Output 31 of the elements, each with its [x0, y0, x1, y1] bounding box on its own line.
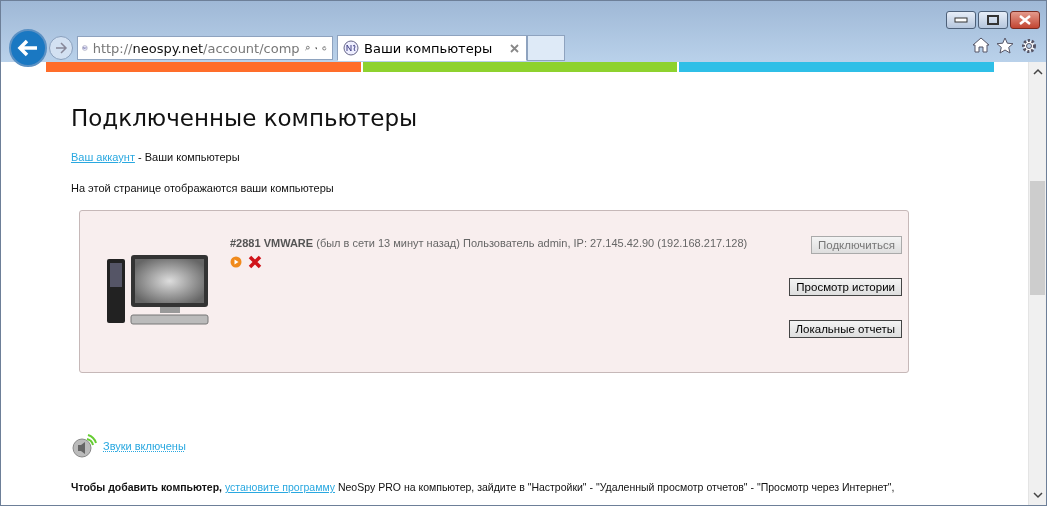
home-icon[interactable] [972, 37, 990, 53]
back-arrow-icon [17, 39, 39, 57]
tab-title: Ваши компьютеры [364, 40, 494, 56]
close-icon[interactable] [510, 43, 519, 53]
speaker-icon[interactable] [71, 433, 97, 459]
forward-arrow-icon [54, 42, 68, 54]
action-button[interactable]: Локальные отчеты [788, 320, 902, 338]
scroll-down-icon[interactable] [1032, 491, 1043, 499]
settings-icon[interactable] [1020, 37, 1038, 55]
computer-info: #2881 VMWARE (был в сети 13 минут назад) Пользователь admin, IP: 27.145.42.90 (192.168.217.128) [230, 237, 749, 249]
close-icon [1018, 15, 1032, 25]
play-icon[interactable] [230, 256, 242, 268]
intro-text: На этой странице отображаются ваши компьютеры [71, 182, 335, 194]
maximize-icon [987, 15, 999, 25]
star-icon[interactable] [996, 37, 1014, 54]
address-bar[interactable]: http://neospy.net/account/comp [77, 36, 333, 60]
minimize-icon [954, 17, 968, 23]
url-text: http://neospy.net/account/comp [92, 40, 300, 56]
breadcrumb: Ваш аккаунт - Ваши компьютеры [71, 151, 241, 163]
close-button[interactable] [1010, 11, 1040, 29]
scroll-up-icon[interactable] [1032, 68, 1043, 76]
instructions-text: Чтобы добавить компьютер, установите программу NeoSpy PRO на компьютер, зайдите в "Настройки" - "Удаленный просмотр отчетов" - "Просмотр через Интернет", [71, 481, 895, 493]
delete-icon[interactable] [248, 255, 262, 269]
minimize-button[interactable] [946, 11, 976, 29]
maximize-button[interactable] [978, 11, 1008, 29]
browser-tab[interactable]: Ваши компьютеры [337, 35, 527, 61]
back-button[interactable] [9, 29, 47, 67]
scrollbar[interactable] [1028, 62, 1046, 505]
action-button[interactable]: Просмотр истории [789, 278, 902, 296]
page-heading: Подключенные компьютеры [71, 105, 419, 131]
scrollbar-thumb[interactable] [1030, 181, 1045, 295]
